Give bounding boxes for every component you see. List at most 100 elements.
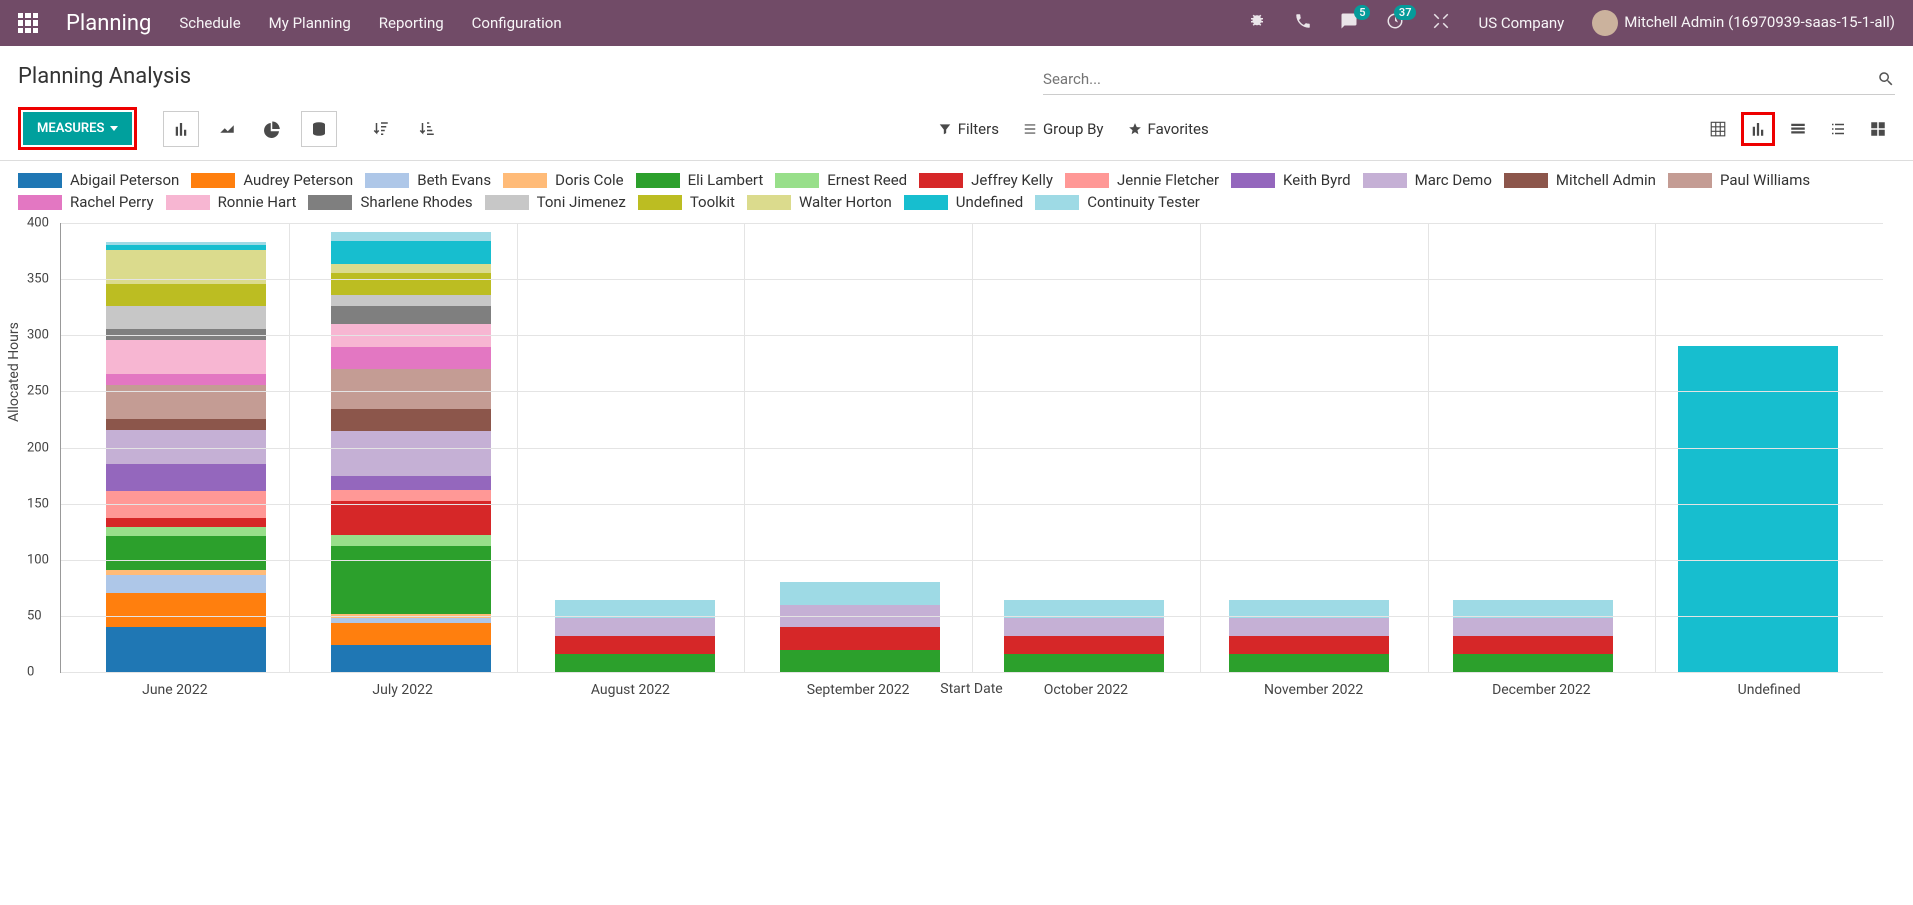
bar-segment[interactable] bbox=[1229, 654, 1389, 672]
company-switcher[interactable]: US Company bbox=[1478, 14, 1564, 32]
bar-segment[interactable] bbox=[1678, 346, 1838, 672]
nav-reporting[interactable]: Reporting bbox=[379, 14, 444, 32]
legend-item[interactable]: Jeffrey Kelly bbox=[919, 171, 1053, 189]
app-brand[interactable]: Planning bbox=[66, 11, 151, 36]
bar-segment[interactable] bbox=[106, 464, 266, 491]
debug-icon[interactable] bbox=[1248, 12, 1266, 34]
bar-segment[interactable] bbox=[331, 431, 491, 476]
favorites-button[interactable]: Favorites bbox=[1128, 120, 1209, 138]
legend-item[interactable]: Undefined bbox=[904, 193, 1023, 211]
bar-segment[interactable] bbox=[331, 273, 491, 296]
legend-item[interactable]: Continuity Tester bbox=[1035, 193, 1200, 211]
legend-item[interactable]: Toni Jimenez bbox=[485, 193, 626, 211]
legend-item[interactable]: Doris Cole bbox=[503, 171, 624, 189]
bar-segment[interactable] bbox=[780, 582, 940, 605]
bar-segment[interactable] bbox=[331, 645, 491, 672]
bar-column[interactable] bbox=[316, 232, 507, 672]
bar-column[interactable] bbox=[765, 582, 956, 672]
search-input[interactable] bbox=[1043, 64, 1877, 94]
search-bar[interactable] bbox=[1043, 64, 1895, 95]
sort-desc-icon[interactable] bbox=[363, 111, 399, 147]
bar-segment[interactable] bbox=[106, 627, 266, 672]
bar-segment[interactable] bbox=[106, 419, 266, 430]
measures-button[interactable]: MEASURES bbox=[23, 112, 132, 145]
bar-segment[interactable] bbox=[555, 636, 715, 654]
bar-column[interactable] bbox=[1663, 346, 1854, 672]
view-activity-icon[interactable] bbox=[1821, 112, 1855, 146]
legend-item[interactable]: Jennie Fletcher bbox=[1065, 171, 1219, 189]
legend-item[interactable]: Walter Horton bbox=[747, 193, 892, 211]
bar-column[interactable] bbox=[1214, 600, 1405, 672]
bar-segment[interactable] bbox=[331, 623, 491, 646]
nav-schedule[interactable]: Schedule bbox=[179, 14, 240, 32]
bar-column[interactable] bbox=[540, 600, 731, 672]
legend-item[interactable]: Audrey Peterson bbox=[191, 171, 353, 189]
legend-item[interactable]: Beth Evans bbox=[365, 171, 491, 189]
view-stacked-icon[interactable] bbox=[301, 111, 337, 147]
phone-icon[interactable] bbox=[1294, 12, 1312, 34]
view-list-icon[interactable] bbox=[1781, 112, 1815, 146]
bar-segment[interactable] bbox=[1453, 618, 1613, 636]
bar-segment[interactable] bbox=[331, 295, 491, 306]
legend-item[interactable]: Keith Byrd bbox=[1231, 171, 1351, 189]
bar-segment[interactable] bbox=[780, 650, 940, 673]
legend-item[interactable]: Marc Demo bbox=[1363, 171, 1492, 189]
legend-item[interactable]: Abigail Peterson bbox=[18, 171, 179, 189]
bar-segment[interactable] bbox=[331, 546, 491, 614]
bar-column[interactable] bbox=[989, 600, 1180, 672]
legend-item[interactable]: Ernest Reed bbox=[775, 171, 907, 189]
bar-segment[interactable] bbox=[106, 575, 266, 593]
bar-segment[interactable] bbox=[331, 241, 491, 264]
legend-item[interactable]: Rachel Perry bbox=[18, 193, 154, 211]
view-bar-chart-icon[interactable] bbox=[163, 111, 199, 147]
view-kanban-icon[interactable] bbox=[1861, 112, 1895, 146]
legend-item[interactable]: Ronnie Hart bbox=[166, 193, 297, 211]
bar-column[interactable] bbox=[1438, 600, 1629, 672]
bar-segment[interactable] bbox=[106, 374, 266, 385]
bar-segment[interactable] bbox=[1229, 618, 1389, 636]
bar-segment[interactable] bbox=[1004, 654, 1164, 672]
bar-segment[interactable] bbox=[331, 232, 491, 241]
legend-item[interactable]: Sharlene Rhodes bbox=[308, 193, 472, 211]
bar-segment[interactable] bbox=[331, 476, 491, 490]
bar-segment[interactable] bbox=[106, 536, 266, 570]
bar-segment[interactable] bbox=[1004, 636, 1164, 654]
sort-asc-icon[interactable] bbox=[409, 111, 445, 147]
view-graph-icon[interactable] bbox=[1741, 112, 1775, 146]
bar-segment[interactable] bbox=[331, 501, 491, 535]
legend-item[interactable]: Mitchell Admin bbox=[1504, 171, 1656, 189]
legend-item[interactable]: Eli Lambert bbox=[636, 171, 764, 189]
view-pivot-icon[interactable] bbox=[1701, 112, 1735, 146]
legend-item[interactable]: Paul Williams bbox=[1668, 171, 1810, 189]
tools-icon[interactable] bbox=[1432, 12, 1450, 34]
bar-segment[interactable] bbox=[106, 527, 266, 536]
bar-segment[interactable] bbox=[106, 518, 266, 527]
apps-icon[interactable] bbox=[18, 13, 38, 33]
bar-segment[interactable] bbox=[106, 284, 266, 307]
bar-segment[interactable] bbox=[331, 409, 491, 432]
nav-my-planning[interactable]: My Planning bbox=[269, 14, 351, 32]
bar-segment[interactable] bbox=[331, 306, 491, 324]
bar-segment[interactable] bbox=[106, 385, 266, 419]
view-pie-chart-icon[interactable] bbox=[255, 111, 291, 147]
bar-segment[interactable] bbox=[331, 490, 491, 501]
bar-segment[interactable] bbox=[331, 369, 491, 408]
filters-button[interactable]: Filters bbox=[938, 120, 999, 138]
bar-segment[interactable] bbox=[1453, 636, 1613, 654]
bar-segment[interactable] bbox=[1229, 636, 1389, 654]
bar-segment[interactable] bbox=[780, 627, 940, 650]
legend-item[interactable]: Toolkit bbox=[638, 193, 735, 211]
view-line-chart-icon[interactable] bbox=[209, 111, 245, 147]
bar-segment[interactable] bbox=[1004, 618, 1164, 636]
nav-configuration[interactable]: Configuration bbox=[472, 14, 562, 32]
bar-segment[interactable] bbox=[331, 347, 491, 370]
bar-segment[interactable] bbox=[555, 618, 715, 636]
bar-column[interactable] bbox=[91, 242, 282, 672]
bar-segment[interactable] bbox=[555, 654, 715, 672]
activities-icon[interactable]: 37 bbox=[1386, 12, 1404, 34]
bar-segment[interactable] bbox=[106, 593, 266, 627]
messages-icon[interactable]: 5 bbox=[1340, 12, 1358, 34]
search-icon[interactable] bbox=[1877, 70, 1895, 88]
bar-segment[interactable] bbox=[331, 535, 491, 546]
bar-segment[interactable] bbox=[1453, 654, 1613, 672]
